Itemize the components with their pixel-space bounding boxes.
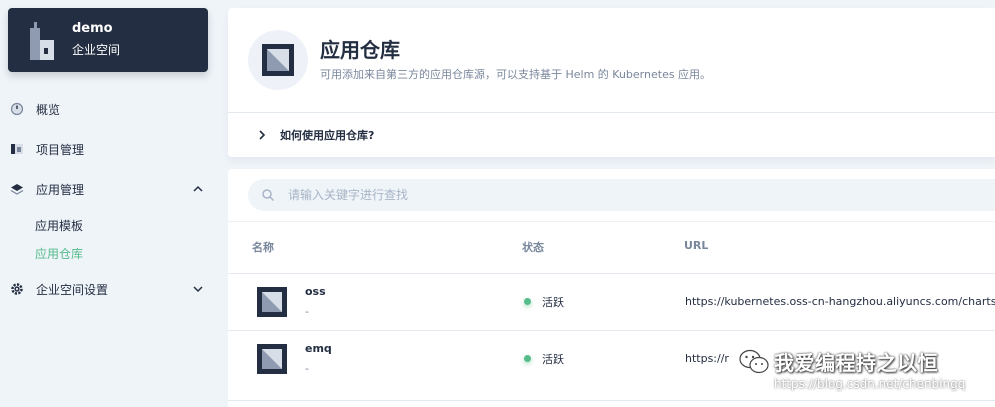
dashboard-icon — [10, 102, 24, 116]
search-input[interactable] — [288, 179, 888, 211]
building-icon — [30, 22, 54, 60]
repo-name[interactable]: emq — [305, 342, 332, 355]
sidebar-item-workspace-settings[interactable]: 企业空间设置 — [0, 277, 220, 301]
sidebar-item-label: 项目管理 — [36, 142, 85, 157]
page-title: 应用仓库 — [320, 38, 400, 62]
page-header-card: 应用仓库 可用添加来自第三方的应用仓库源，可以支持基于 Helm 的 Kuber… — [228, 8, 995, 157]
chevron-up-icon[interactable] — [192, 183, 204, 195]
sidebar-item-label: 应用管理 — [36, 182, 85, 197]
status-dot-icon — [524, 298, 531, 305]
sidebar-item-overview[interactable]: 概览 — [0, 97, 220, 121]
sidebar-subitem-app-templates[interactable]: 应用模板 — [35, 217, 83, 234]
divider — [228, 112, 995, 113]
project-icon — [10, 142, 24, 156]
status-dot-icon — [524, 355, 531, 362]
layers-icon — [10, 182, 24, 196]
howto-label: 如何使用应用仓库? — [280, 129, 375, 142]
repo-description: - — [305, 362, 309, 375]
sidebar-item-projects[interactable]: 项目管理 — [0, 137, 220, 161]
watermark-title: 我爱编程持之以恒 — [774, 351, 938, 375]
chevron-right-icon — [259, 130, 266, 140]
sidebar-item-label: 企业空间设置 — [36, 282, 109, 297]
sidebar-item-app-management[interactable]: 应用管理 — [0, 177, 220, 201]
search-icon — [262, 189, 275, 202]
repo-icon — [257, 344, 287, 374]
workspace-name: demo — [72, 21, 113, 36]
search-bar[interactable] — [248, 179, 995, 211]
repo-url: https://kubernetes.oss-cn-hangzhou.aliyu… — [685, 295, 995, 308]
column-header-name: 名称 — [252, 241, 274, 254]
status-badge: 活跃 — [542, 353, 564, 366]
divider — [228, 221, 995, 222]
workspace-subtitle: 企业空间 — [72, 43, 121, 57]
wechat-logo-icon — [739, 349, 769, 374]
app-repo-logo-icon — [248, 30, 308, 90]
page-description: 可用添加来自第三方的应用仓库源，可以支持基于 Helm 的 Kubernetes… — [320, 68, 712, 81]
sidebar-subitem-app-repos[interactable]: 应用仓库 — [35, 245, 83, 262]
chevron-down-icon[interactable] — [192, 283, 204, 295]
repo-description: - — [305, 305, 309, 318]
table-row[interactable]: oss - 活跃 https://kubernetes.oss-cn-hangz… — [228, 273, 995, 330]
column-header-url: URL — [684, 239, 709, 252]
repo-icon — [257, 287, 287, 317]
gear-icon — [10, 282, 24, 296]
sidebar-item-label: 概览 — [36, 102, 61, 117]
repo-name[interactable]: oss — [305, 285, 326, 298]
workspace-card[interactable]: demo 企业空间 — [8, 8, 208, 72]
watermark: 我爱编程持之以恒 https://blog.csdn.net/chenbingq — [738, 345, 995, 407]
repo-url: https://r — [685, 352, 729, 365]
howto-expander[interactable]: 如何使用应用仓库? — [256, 126, 374, 144]
column-header-status: 状态 — [522, 241, 544, 254]
status-badge: 活跃 — [542, 296, 564, 309]
watermark-url: https://blog.csdn.net/chenbingq — [774, 377, 966, 391]
